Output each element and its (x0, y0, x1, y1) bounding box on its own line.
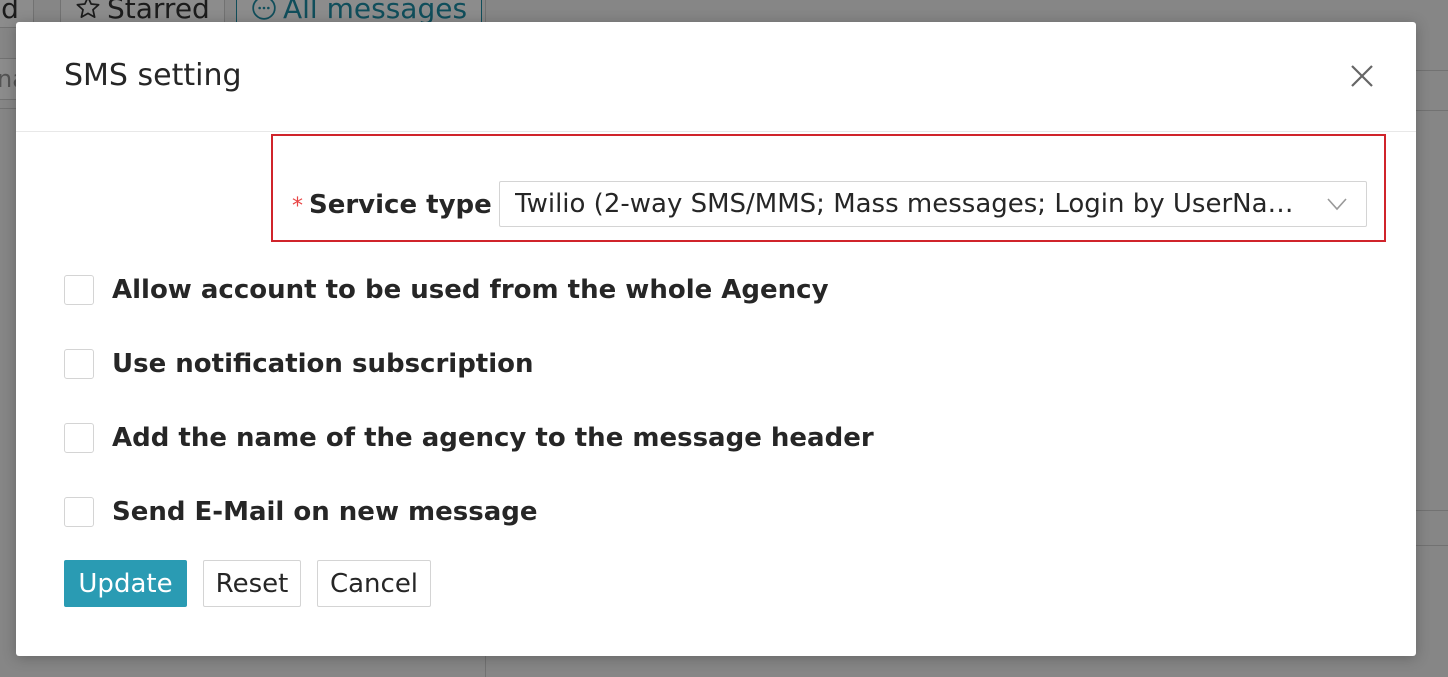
checkbox[interactable] (64, 275, 94, 305)
required-mark: * (292, 194, 303, 219)
close-button[interactable] (1344, 58, 1380, 94)
service-type-value: Twilio (2-way SMS/MMS; Mass messages; Lo… (515, 189, 1305, 219)
dialog-header: SMS setting (16, 22, 1416, 132)
service-type-select[interactable]: Twilio (2-way SMS/MMS; Mass messages; Lo… (499, 181, 1367, 227)
chevron-down-icon (1327, 198, 1347, 211)
checkbox[interactable] (64, 497, 94, 527)
service-type-label: *Service type: (292, 187, 508, 225)
checkbox[interactable] (64, 349, 94, 379)
close-icon (1351, 65, 1373, 87)
option-label: Allow account to be used from the whole … (112, 275, 829, 305)
option-notification-subscription[interactable]: Use notification subscription (64, 344, 534, 384)
dialog-title: SMS setting (64, 58, 242, 93)
option-label: Use notification subscription (112, 349, 534, 379)
service-type-label-text: Service type (309, 190, 492, 220)
checkbox[interactable] (64, 423, 94, 453)
option-agency-name-header[interactable]: Add the name of the agency to the messag… (64, 418, 874, 458)
cancel-button[interactable]: Cancel (317, 560, 431, 607)
reset-button[interactable]: Reset (203, 560, 301, 607)
option-label: Send E-Mail on new message (112, 497, 538, 527)
option-label: Add the name of the agency to the messag… (112, 423, 874, 453)
option-send-email[interactable]: Send E-Mail on new message (64, 492, 537, 532)
option-allow-whole-agency[interactable]: Allow account to be used from the whole … (64, 270, 829, 310)
sms-setting-dialog: SMS setting *Service type: Twilio (2-way… (16, 22, 1416, 656)
update-button[interactable]: Update (64, 560, 187, 607)
